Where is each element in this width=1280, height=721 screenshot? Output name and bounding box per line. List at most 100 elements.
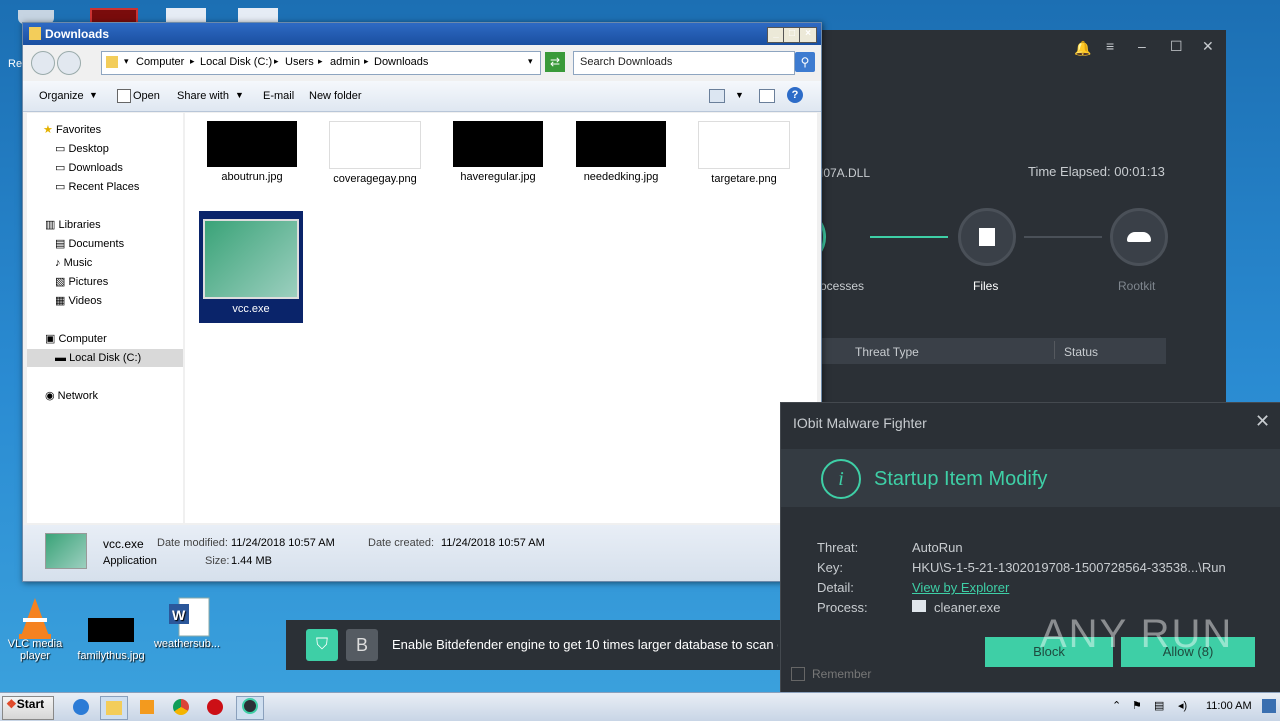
- network-icon[interactable]: ▤: [1154, 699, 1164, 712]
- chevron-down-icon[interactable]: ▼: [235, 90, 244, 100]
- breadcrumb-admin[interactable]: admin: [330, 56, 360, 68]
- share-with-button[interactable]: Share with: [177, 90, 229, 102]
- file-name: targetare.png: [711, 173, 777, 185]
- popup-heading: Startup Item Modify: [874, 468, 1048, 490]
- file-item[interactable]: coveragegay.png: [325, 121, 425, 185]
- file-item[interactable]: targetare.png: [694, 121, 794, 185]
- file-item[interactable]: aboutrun.jpg: [202, 121, 302, 183]
- familythus-label: familythus.jpg: [77, 650, 145, 662]
- chevron-down-icon[interactable]: ▾: [528, 56, 533, 67]
- desktop-icon-vlc[interactable]: VLC media player: [0, 596, 70, 662]
- image-thumb-icon: [576, 121, 666, 167]
- navigation-pane: ★ Favorites ▭ Desktop ▭ Downloads ▭ Rece…: [27, 113, 183, 523]
- explorer-titlebar[interactable]: Downloads _ □ ×: [23, 23, 821, 45]
- breadcrumb-users[interactable]: Users: [285, 56, 314, 68]
- close-icon[interactable]: ✕: [1255, 411, 1270, 432]
- email-button[interactable]: E-mail: [263, 90, 294, 102]
- search-icon[interactable]: ⚲: [795, 52, 815, 72]
- open-button[interactable]: Open: [133, 90, 160, 102]
- back-button[interactable]: [31, 51, 55, 75]
- col-status[interactable]: Status: [1064, 345, 1098, 359]
- nav-libraries[interactable]: ▥ Libraries: [27, 216, 183, 234]
- window-title: Downloads: [45, 27, 110, 41]
- address-bar[interactable]: ▾ Computer ▸ Local Disk (C:) ▸ Users ▸ a…: [101, 51, 541, 75]
- refresh-icon[interactable]: ⇄: [545, 52, 565, 72]
- col-divider: [1054, 341, 1055, 359]
- open-icon: [117, 89, 131, 103]
- clock[interactable]: 11:00 AM: [1206, 700, 1252, 712]
- volume-icon[interactable]: ◂): [1178, 699, 1187, 712]
- new-folder-button[interactable]: New folder: [309, 90, 362, 102]
- opera-icon[interactable]: [202, 696, 228, 718]
- nav-recent-places[interactable]: ▭ Recent Places: [27, 178, 183, 196]
- nav-desktop[interactable]: ▭ Desktop: [27, 140, 183, 158]
- view-by-explorer-link[interactable]: View by Explorer: [912, 580, 1009, 595]
- minimize-icon[interactable]: –: [1138, 38, 1146, 54]
- desktop-icon-weathersub[interactable]: W weathersub...: [152, 596, 222, 650]
- chevron-right-icon[interactable]: ▸: [274, 56, 279, 67]
- forward-button[interactable]: [57, 51, 81, 75]
- col-threat-type[interactable]: Threat Type: [855, 345, 919, 359]
- search-input[interactable]: Search Downloads: [580, 56, 672, 68]
- file-name: aboutrun.jpg: [221, 171, 283, 183]
- folder-icon: [106, 56, 118, 68]
- watermark-logo: ANY RUN: [1040, 612, 1234, 656]
- image-thumb-icon: [698, 121, 790, 169]
- chevron-down-icon[interactable]: ▼: [89, 90, 98, 100]
- image-thumb-icon: [88, 618, 134, 642]
- nav-downloads[interactable]: ▭ Downloads: [27, 159, 183, 177]
- tray-expand-icon[interactable]: ⌃: [1112, 699, 1121, 712]
- chevron-down-icon[interactable]: ▼: [735, 90, 744, 100]
- nav-computer[interactable]: ▣ Computer: [27, 330, 183, 348]
- bitdefender-logo-icon: B: [346, 629, 378, 661]
- nav-local-disk[interactable]: ▬ Local Disk (C:): [27, 349, 183, 367]
- start-button[interactable]: ❖Start: [2, 696, 54, 720]
- file-icon: [979, 228, 995, 246]
- detail-label: Detail:: [817, 580, 854, 595]
- help-icon[interactable]: ?: [787, 87, 803, 103]
- maximize-icon[interactable]: ☐: [1170, 38, 1183, 55]
- preview-pane-icon[interactable]: [759, 89, 775, 103]
- nav-pictures[interactable]: ▧ Pictures: [27, 273, 183, 291]
- close-icon[interactable]: ✕: [1202, 38, 1214, 55]
- info-icon: i: [821, 459, 861, 499]
- organize-button[interactable]: Organize: [39, 90, 84, 102]
- breadcrumb-computer[interactable]: Computer: [136, 56, 184, 68]
- search-box[interactable]: Search Downloads: [573, 51, 795, 75]
- time-elapsed: Time Elapsed: 00:01:13: [1028, 164, 1165, 179]
- nav-videos[interactable]: ▦ Videos: [27, 292, 183, 310]
- file-item-selected[interactable]: vcc.exe: [199, 211, 303, 323]
- ie-icon[interactable]: [68, 696, 94, 718]
- detail-modified: 11/24/2018 10:57 AM: [231, 537, 335, 549]
- explorer-taskbar-icon[interactable]: [100, 696, 128, 720]
- bitdefender-message[interactable]: Enable Bitdefender engine to get 10 time…: [392, 637, 778, 652]
- iobit-taskbar-icon[interactable]: [236, 696, 264, 720]
- show-desktop-button[interactable]: [1262, 699, 1276, 713]
- breadcrumb-local-disk[interactable]: Local Disk (C:): [200, 56, 272, 68]
- nav-documents[interactable]: ▤ Documents: [27, 235, 183, 253]
- desktop-icon-familythus[interactable]: familythus.jpg: [76, 610, 146, 662]
- detail-name: vcc.exe: [103, 537, 144, 551]
- detail-created: 11/24/2018 10:57 AM: [441, 537, 545, 549]
- close-button[interactable]: ×: [799, 27, 817, 43]
- nav-favorites[interactable]: ★ Favorites: [27, 121, 183, 139]
- vlc-icon: [15, 596, 55, 639]
- action-center-icon[interactable]: ⚑: [1132, 699, 1142, 712]
- detail-type: Application: [103, 555, 157, 567]
- file-item[interactable]: haveregular.jpg: [448, 121, 548, 183]
- menu-icon[interactable]: ≡: [1106, 38, 1114, 54]
- view-icon[interactable]: [709, 89, 725, 103]
- chevron-right-icon[interactable]: ▸: [364, 56, 369, 67]
- remember-checkbox[interactable]: [791, 667, 805, 681]
- nav-music[interactable]: ♪ Music: [27, 254, 183, 272]
- chevron-down-icon[interactable]: ▾: [124, 56, 129, 67]
- breadcrumb-downloads[interactable]: Downloads: [374, 56, 428, 68]
- chrome-icon[interactable]: [168, 696, 194, 718]
- nav-network[interactable]: ◉ Network: [27, 387, 183, 405]
- chevron-right-icon[interactable]: ▸: [318, 56, 323, 67]
- file-item[interactable]: neededking.jpg: [571, 121, 671, 183]
- detail-created-label: Date created:: [368, 537, 435, 549]
- bell-icon[interactable]: 🔔: [1074, 40, 1091, 57]
- media-player-icon[interactable]: [134, 696, 160, 718]
- chevron-right-icon[interactable]: ▸: [190, 56, 195, 67]
